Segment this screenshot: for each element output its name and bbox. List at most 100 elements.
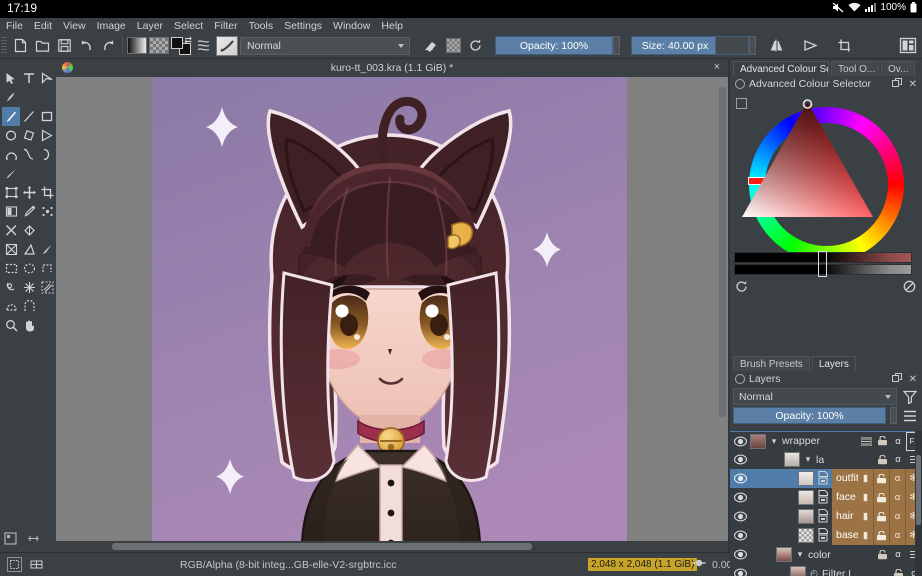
- pixel-grid-icon[interactable]: [29, 557, 44, 572]
- lock-icon[interactable]: [874, 432, 890, 451]
- polygonal-select-tool[interactable]: [38, 259, 56, 278]
- lock-icon[interactable]: [890, 564, 906, 576]
- layers-menu-icon[interactable]: [901, 410, 919, 422]
- tab-overview[interactable]: Ov...: [881, 61, 915, 76]
- document-tab-title[interactable]: kuro-tt_003.kra (1.1 GiB) *: [56, 62, 728, 74]
- tab-tool-options[interactable]: Tool O...: [831, 61, 879, 76]
- menu-item-file[interactable]: File: [6, 20, 23, 32]
- alpha-icon[interactable]: α: [890, 432, 906, 451]
- float-docker-icon[interactable]: [892, 78, 902, 91]
- alpha-icon[interactable]: α: [890, 545, 906, 564]
- rectangle-tool[interactable]: [38, 107, 56, 126]
- layer-opacity-spinner[interactable]: [890, 407, 897, 424]
- rectangular-select-tool[interactable]: [2, 259, 20, 278]
- crop-tool[interactable]: [38, 183, 56, 202]
- multibrush-tool[interactable]: [2, 164, 20, 183]
- visible-icon[interactable]: ▮: [858, 469, 874, 488]
- alpha-icon[interactable]: α: [890, 526, 906, 545]
- canvas-area[interactable]: [56, 77, 728, 552]
- contiguous-select-tool[interactable]: [20, 278, 38, 297]
- selection-mask-icon[interactable]: [7, 557, 22, 572]
- layer-mask-icon[interactable]: [816, 470, 830, 487]
- menu-item-select[interactable]: Select: [174, 20, 203, 32]
- layer-mask-icon[interactable]: [816, 508, 830, 525]
- similar-color-select-tool[interactable]: [38, 278, 56, 297]
- no-colour-icon[interactable]: [903, 280, 916, 296]
- hscroll-thumb[interactable]: [112, 543, 532, 550]
- workspace-switcher-icon[interactable]: [897, 35, 919, 57]
- move-tool[interactable]: [20, 183, 38, 202]
- saturation-value-triangle[interactable]: [730, 92, 885, 247]
- visibility-toggle-icon[interactable]: [730, 549, 750, 560]
- menu-item-filter[interactable]: Filter: [214, 20, 237, 32]
- layer-name[interactable]: Filter L...: [822, 568, 890, 576]
- visible-icon[interactable]: ▮: [858, 507, 874, 526]
- menu-item-view[interactable]: View: [63, 20, 86, 32]
- layer-blending-mode-dropdown[interactable]: Normal: [733, 388, 897, 405]
- layer-list[interactable]: ▾ wrapper α Fx ▾ la: [730, 431, 922, 576]
- layer-opacity-slider[interactable]: Opacity: 100%: [733, 407, 886, 424]
- toolbox-option-right-icon[interactable]: [27, 532, 40, 548]
- ellipse-tool[interactable]: [2, 126, 20, 145]
- visibility-toggle-icon[interactable]: [730, 530, 750, 541]
- canvas-horizontal-scrollbar[interactable]: [56, 541, 728, 552]
- mirror-vertical-icon[interactable]: [800, 35, 822, 57]
- save-file-button[interactable]: [53, 35, 75, 57]
- line-tool[interactable]: [20, 107, 38, 126]
- table-row[interactable]: hair ▮ α ✻: [730, 507, 922, 526]
- calligraphy-tool[interactable]: [2, 88, 20, 107]
- select-shapes-tool[interactable]: [2, 69, 20, 88]
- table-row[interactable]: ▾ la α: [730, 450, 922, 469]
- assistant-tool[interactable]: [38, 240, 56, 259]
- gradient-swatch[interactable]: [126, 35, 148, 57]
- toolbar-grip[interactable]: [1, 37, 7, 55]
- float-docker-icon[interactable]: [892, 373, 902, 386]
- reset-colour-icon[interactable]: [735, 280, 748, 296]
- reload-preset-button[interactable]: [464, 35, 486, 57]
- visibility-toggle-icon[interactable]: [730, 511, 750, 522]
- eraser-toggle-button[interactable]: [420, 35, 442, 57]
- blending-mode-dropdown[interactable]: Normal: [240, 37, 410, 55]
- tab-advanced-colour-selector[interactable]: Advanced Colour Se...: [733, 61, 829, 76]
- layer-name[interactable]: base: [832, 526, 858, 545]
- visibility-toggle-icon[interactable]: [730, 473, 750, 484]
- open-file-button[interactable]: [31, 35, 53, 57]
- layer-mask-icon[interactable]: [816, 489, 830, 506]
- new-file-button[interactable]: [9, 35, 31, 57]
- table-row[interactable]: ▾ wrapper α Fx: [730, 431, 922, 450]
- close-document-icon[interactable]: ×: [714, 61, 720, 73]
- menu-item-edit[interactable]: Edit: [34, 20, 52, 32]
- layer-list-scroll-thumb[interactable]: [916, 455, 921, 525]
- expand-group-icon[interactable]: ▾: [794, 549, 806, 560]
- edit-shapes-tool[interactable]: [38, 69, 56, 88]
- layer-mask-icon[interactable]: [816, 527, 830, 544]
- color-sampler-tool[interactable]: [20, 202, 38, 221]
- lock-icon[interactable]: [874, 469, 890, 488]
- lock-icon[interactable]: [874, 545, 890, 564]
- close-docker-icon[interactable]: ✕: [909, 79, 917, 90]
- polyline-tool[interactable]: [38, 126, 56, 145]
- opacity-slider[interactable]: Opacity: 100%: [495, 36, 613, 55]
- visible-icon[interactable]: ▮: [858, 526, 874, 545]
- undo-button[interactable]: [75, 35, 97, 57]
- visibility-toggle-icon[interactable]: [730, 568, 750, 576]
- visible-icon[interactable]: ▮: [858, 488, 874, 507]
- fill-tool[interactable]: [20, 221, 38, 240]
- visibility-toggle-icon[interactable]: [730, 492, 750, 503]
- brush-editor-button[interactable]: [192, 35, 214, 57]
- pan-tool[interactable]: [20, 316, 38, 335]
- redo-button[interactable]: [97, 35, 119, 57]
- smart-patch-tool[interactable]: [2, 221, 20, 240]
- close-docker-icon[interactable]: ✕: [909, 374, 917, 385]
- layer-name[interactable]: outfit: [832, 469, 858, 488]
- freehand-path-tool[interactable]: [20, 145, 38, 164]
- wrap-around-icon[interactable]: [834, 35, 856, 57]
- table-row[interactable]: base ▮ α ✻: [730, 526, 922, 545]
- lock-icon[interactable]: [874, 507, 890, 526]
- size-spinner[interactable]: [749, 36, 756, 55]
- lock-icon[interactable]: [874, 526, 890, 545]
- tab-layers[interactable]: Layers: [812, 356, 856, 371]
- foreground-background-color-swatch[interactable]: ⇄: [170, 35, 192, 57]
- filter-layers-icon[interactable]: [901, 390, 919, 404]
- lock-icon[interactable]: [874, 488, 890, 507]
